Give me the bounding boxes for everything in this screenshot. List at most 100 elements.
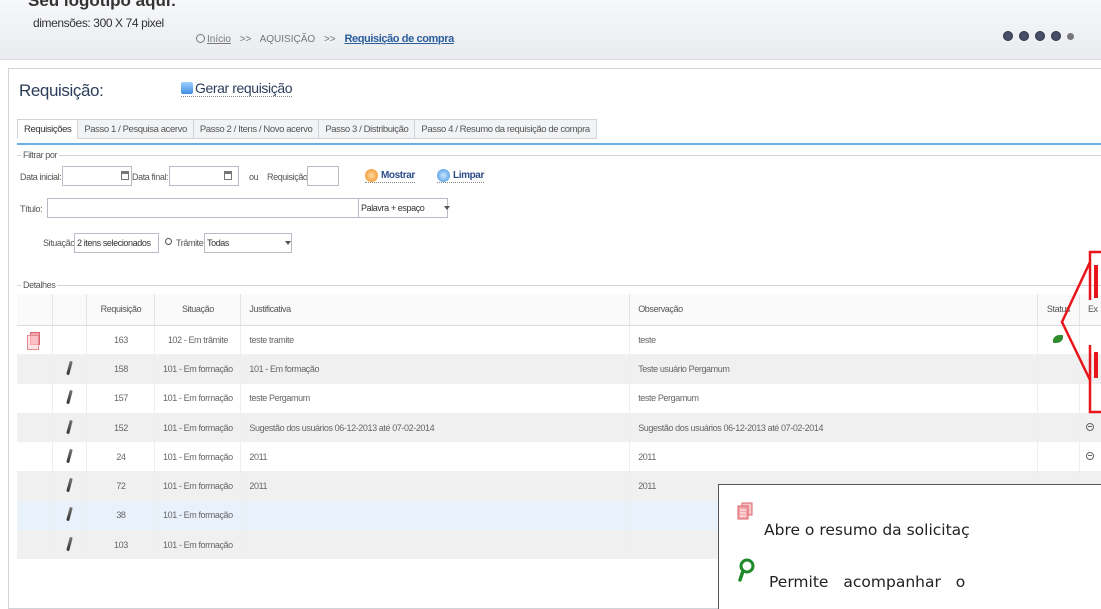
or-label: ou: [249, 172, 259, 182]
summary-cell: [17, 471, 54, 501]
clear-button[interactable]: Limpar: [437, 169, 484, 183]
legend-track-text: Permite acompanhar o: [769, 573, 966, 591]
request-number-label: Requisição:: [267, 172, 310, 182]
pencil-icon[interactable]: [66, 477, 74, 493]
cell-justificativa: [240, 500, 631, 531]
date-start-label: Data inicial:: [20, 172, 62, 182]
pencil-icon[interactable]: [66, 448, 74, 463]
remove-icon[interactable]: [1086, 422, 1095, 431]
document-stack-icon: [737, 502, 753, 520]
cell-requisicao: 72: [86, 471, 156, 501]
edit-cell[interactable]: [52, 412, 88, 443]
calendar-icon[interactable]: [121, 171, 129, 180]
edit-cell: [52, 325, 88, 355]
table-row[interactable]: 157 101 - Em formação teste Pergamum tes…: [17, 383, 1101, 413]
table-row[interactable]: 152 101 - Em formação Sugestão dos usuár…: [17, 412, 1101, 443]
calendar-icon[interactable]: [224, 171, 232, 180]
power-icon[interactable]: [1067, 33, 1074, 40]
cell-requisicao: 157: [86, 383, 156, 413]
tab-passo-2[interactable]: Passo 2 / Itens / Novo acervo: [193, 119, 320, 139]
home-icon: [196, 34, 205, 43]
show-label: Mostrar: [381, 170, 415, 181]
filter-legend: Filtrar por: [21, 150, 60, 160]
cell-ex: [1079, 442, 1101, 472]
summary-cell: [17, 383, 54, 413]
logo-placeholder-dimensions: dimensões: 300 X 74 pixel: [33, 16, 164, 30]
situation-select[interactable]: 2 itens selecionados: [74, 233, 159, 253]
search-icon[interactable]: [165, 238, 172, 245]
edit-cell[interactable]: [52, 471, 88, 501]
request-number-input[interactable]: [307, 166, 339, 186]
table-header-row: Requisição Situação Justificativa Observ…: [17, 294, 1101, 326]
summary-cell[interactable]: [17, 325, 54, 355]
info-icon[interactable]: [1019, 31, 1029, 41]
cell-situacao: 101 - Em formação: [154, 412, 242, 443]
edit-cell[interactable]: [52, 500, 88, 531]
pencil-icon[interactable]: [66, 390, 74, 405]
summary-cell: [17, 500, 54, 531]
pencil-icon[interactable]: [66, 536, 74, 551]
filter-section: Filtrar por Data inicial: Data final: ou…: [17, 150, 1101, 275]
add-icon: [181, 82, 193, 94]
title-mode-select[interactable]: Palavra + espaço: [358, 198, 448, 218]
tab-passo-4[interactable]: Passo 4 / Resumo da requisição de compra: [415, 119, 597, 139]
summary-cell: [17, 354, 54, 384]
cell-situacao: 102 - Em trâmite: [154, 325, 242, 355]
process-select[interactable]: Todas: [204, 233, 292, 253]
tab-passo-3[interactable]: Passo 3 / Distribuição: [319, 119, 416, 139]
edit-cell[interactable]: [52, 530, 88, 560]
remove-icon[interactable]: [1086, 451, 1095, 460]
cell-situacao: 101 - Em formação: [154, 354, 242, 384]
edit-cell[interactable]: [52, 354, 88, 384]
top-icon-bar: [1003, 31, 1074, 41]
pencil-icon[interactable]: [66, 419, 74, 434]
summary-cell: [17, 530, 54, 560]
user-icon[interactable]: [1003, 31, 1013, 41]
clear-icon: [437, 169, 450, 182]
col-justificativa[interactable]: Justificativa: [240, 294, 631, 326]
cell-observacao: teste: [629, 325, 1038, 355]
cell-justificativa: 2011: [240, 442, 631, 472]
table-row[interactable]: 158 101 - Em formação 101 - Em formação …: [17, 354, 1101, 384]
cell-situacao: 101 - Em formação: [154, 500, 242, 531]
show-button[interactable]: Mostrar: [365, 169, 415, 183]
settings-icon[interactable]: [1051, 31, 1061, 41]
logo-placeholder-title: Seu logotipo aqui:: [28, 0, 177, 10]
breadcrumb-separator: >>: [323, 34, 336, 45]
process-label: Trâmite:: [176, 238, 206, 248]
cell-observacao: 2011: [629, 442, 1038, 472]
help-icon[interactable]: [1035, 31, 1045, 41]
col-edit: [52, 294, 88, 326]
cell-justificativa: Sugestão dos usuários 06-12-2013 até 07-…: [240, 412, 631, 443]
cell-situacao: 101 - Em formação: [154, 383, 242, 413]
show-icon: [365, 169, 378, 182]
cell-justificativa: [240, 530, 631, 560]
col-requisicao[interactable]: Requisição: [86, 294, 156, 326]
chevron-down-icon[interactable]: [283, 233, 293, 253]
pencil-icon[interactable]: [66, 507, 74, 522]
table-row[interactable]: 24 101 - Em formação 2011 2011: [17, 442, 1101, 472]
tab-bar: Requisições Passo 1 / Pesquisa acervo Pa…: [17, 119, 597, 139]
col-situacao[interactable]: Situação: [154, 294, 242, 326]
situation-label: Situação:: [43, 238, 77, 248]
generate-request-button[interactable]: Gerar requisição: [181, 80, 292, 97]
tab-passo-1[interactable]: Passo 1 / Pesquisa acervo: [78, 119, 194, 139]
edit-cell[interactable]: [52, 383, 88, 413]
chevron-down-icon[interactable]: [442, 198, 452, 218]
cell-requisicao: 158: [86, 354, 156, 384]
title-input[interactable]: [47, 198, 359, 218]
edit-cell[interactable]: [52, 442, 88, 472]
breadcrumb-current[interactable]: Requisição de compra: [344, 33, 454, 45]
cell-requisicao: 38: [86, 500, 156, 531]
generate-request-label: Gerar requisição: [195, 80, 293, 96]
tab-requisicoes[interactable]: Requisições: [17, 119, 79, 139]
clear-label: Limpar: [453, 170, 484, 181]
pencil-icon[interactable]: [66, 360, 74, 376]
breadcrumb-home-link[interactable]: Início: [207, 34, 231, 45]
cell-status: [1037, 442, 1080, 472]
table-row[interactable]: 163 102 - Em trâmite teste tramite teste: [17, 325, 1101, 355]
col-observacao[interactable]: Observação: [629, 294, 1038, 326]
title-label: Título:: [20, 204, 43, 214]
document-stack-icon[interactable]: [26, 332, 40, 351]
summary-cell: [17, 442, 54, 472]
